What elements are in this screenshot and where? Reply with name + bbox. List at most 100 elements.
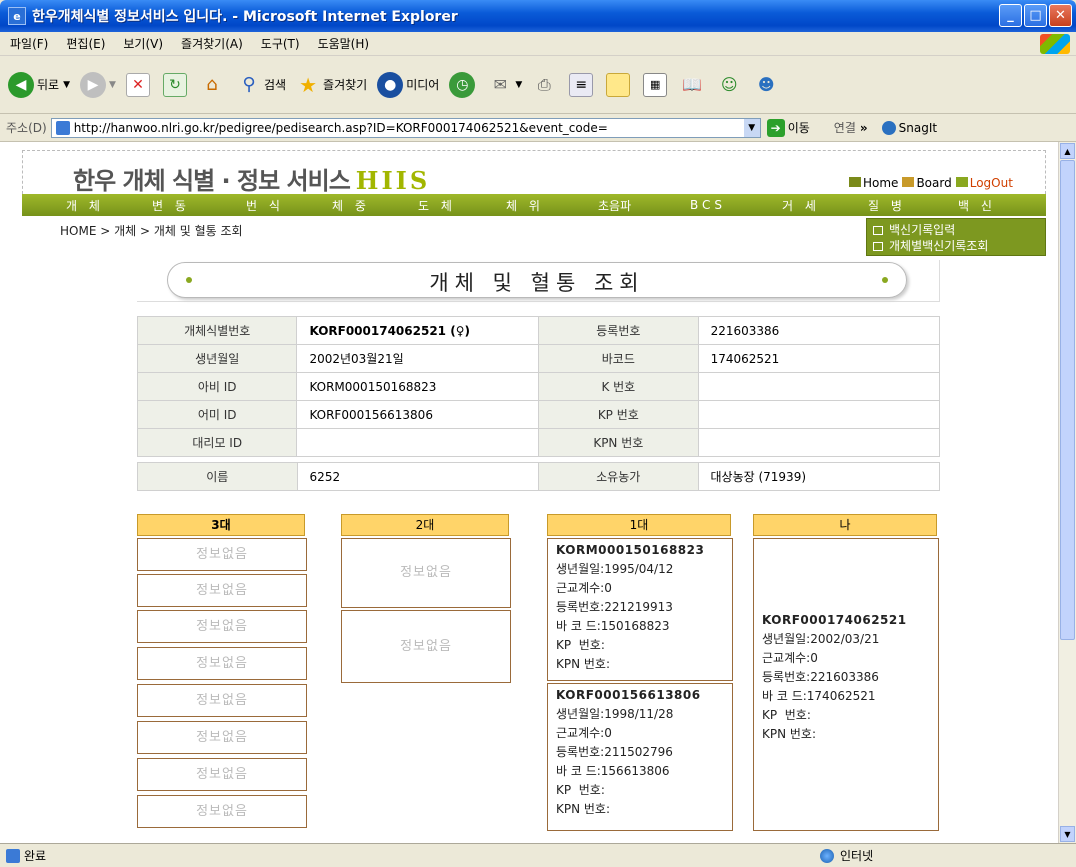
scroll-down-icon[interactable]: ▼ xyxy=(1060,826,1075,842)
menu-help[interactable]: 도움말(H) xyxy=(318,35,370,52)
print-button[interactable]: ⎙ xyxy=(532,73,559,97)
nav-bcs[interactable]: BCS xyxy=(690,198,726,212)
links-label[interactable]: 연결 xyxy=(834,119,856,136)
submenu-bullet-icon xyxy=(873,225,883,235)
nav-change[interactable]: 변 동 xyxy=(152,197,190,214)
gen3-cell: 정보없음 xyxy=(137,795,307,828)
info-value xyxy=(697,400,941,429)
logout-link[interactable]: LogOut xyxy=(955,176,1013,190)
mail-dropdown-icon[interactable]: ▼ xyxy=(515,80,522,90)
info-value[interactable]: KORM000150168823 xyxy=(296,372,540,401)
board-link[interactable]: Board xyxy=(902,176,952,190)
print-icon: ⎙ xyxy=(537,74,551,94)
logout-link-label: LogOut xyxy=(969,176,1013,190)
table-row: 개체식별번호 KORF000174062521 (♀) 등록번호 2216033… xyxy=(136,316,941,345)
gen2-header: 2대 xyxy=(341,514,509,536)
scroll-up-icon[interactable]: ▲ xyxy=(1060,143,1075,159)
address-input[interactable]: http://hanwoo.nlri.go.kr/pedigree/pedise… xyxy=(50,117,761,138)
mother-id[interactable]: KORF000156613806 xyxy=(556,686,724,705)
menu-edit[interactable]: 편집(E) xyxy=(66,35,105,52)
snagit-label: SnagIt xyxy=(898,120,938,135)
window-title-bar[interactable]: e 한우개체식별 정보서비스 입니다. - Microsoft Internet… xyxy=(0,0,1076,32)
favorites-button[interactable]: ★ 즐겨찾기 xyxy=(296,73,367,97)
address-url[interactable]: http://hanwoo.nlri.go.kr/pedigree/pedise… xyxy=(74,121,608,135)
refresh-button[interactable]: ↻ xyxy=(162,72,190,97)
messenger-button[interactable]: ☺ xyxy=(717,73,744,97)
info-value xyxy=(697,372,941,401)
mother-inbreeding: 근교계수:0 xyxy=(556,726,612,740)
info-table: 개체식별번호 KORF000174062521 (♀) 등록번호 2216033… xyxy=(136,316,941,457)
mail-button[interactable]: ✉ ▼ xyxy=(488,73,523,97)
nav-carcass[interactable]: 도 체 xyxy=(418,197,456,214)
nav-ultrasound[interactable]: 초음파 xyxy=(598,197,631,214)
menu-tools[interactable]: 도구(T) xyxy=(261,35,300,52)
info-label: 소유농가 xyxy=(537,462,699,491)
edit-button[interactable]: ≡ xyxy=(569,72,596,97)
gen3-cell: 정보없음 xyxy=(137,610,307,643)
search-label: 검색 xyxy=(263,78,287,92)
nav-individual[interactable]: 개 체 xyxy=(66,197,104,214)
stop-button[interactable]: ✕ xyxy=(125,72,153,97)
media-icon: ● xyxy=(377,71,404,98)
site-header: 한우 개체 식별 · 정보 서비스 HIIS Home Board LogOut xyxy=(22,150,1046,196)
table-row: 생년월일 2002년03월21일 바코드 174062521 xyxy=(136,344,941,373)
nav-body-size[interactable]: 체 위 xyxy=(506,197,544,214)
address-label: 주소(D) xyxy=(6,121,47,135)
address-dropdown-icon[interactable]: ▼ xyxy=(743,118,760,137)
windows-logo-icon xyxy=(1040,34,1070,54)
back-dropdown-icon[interactable]: ▼ xyxy=(63,80,70,90)
father-card[interactable]: KORM000150168823 생년월일:1995/04/12 근교계수:0 … xyxy=(547,538,733,681)
nav-disease[interactable]: 질 병 xyxy=(868,197,906,214)
favorites-label: 즐겨찾기 xyxy=(323,78,368,92)
calc-button[interactable]: ▦ xyxy=(643,72,670,97)
menu-view[interactable]: 보기(V) xyxy=(123,35,163,52)
nav-castration[interactable]: 거 세 xyxy=(782,197,820,214)
page-icon xyxy=(55,120,70,135)
page-title-box: 개체 및 혈통 조회 xyxy=(167,262,907,298)
forward-dropdown-icon[interactable]: ▼ xyxy=(109,80,116,90)
home-button[interactable]: ⌂ xyxy=(200,73,227,97)
snagit-button[interactable]: SnagIt xyxy=(881,120,938,135)
submenu-vaccine-input-label: 백신기록입력 xyxy=(889,223,956,237)
menu-file[interactable]: 파일(F) xyxy=(10,35,48,52)
media-button[interactable]: ● 미디어 xyxy=(377,71,439,98)
status-bar: 완료 인터넷 xyxy=(0,843,1076,867)
mother-card[interactable]: KORF000156613806 생년월일:1998/11/28 근교계수:0 … xyxy=(547,683,733,831)
address-bar: 주소(D) http://hanwoo.nlri.go.kr/pedigree/… xyxy=(0,114,1076,142)
nav-weight[interactable]: 체 중 xyxy=(332,197,370,214)
back-button[interactable]: ◀ 뒤로 ▼ xyxy=(8,71,70,98)
info-label: 아비 ID xyxy=(136,372,298,401)
back-arrow-icon: ◀ xyxy=(8,71,34,98)
menu-favorites[interactable]: 즐겨찾기(A) xyxy=(181,35,243,52)
info-value: 2002년03월21일 xyxy=(296,344,540,373)
gen1-header: 1대 xyxy=(547,514,731,536)
nav-breeding[interactable]: 번 식 xyxy=(246,197,284,214)
vertical-scrollbar[interactable]: ▲ ▼ xyxy=(1058,142,1076,843)
info-label: KPN 번호 xyxy=(538,428,699,457)
discuss-button[interactable] xyxy=(606,72,633,97)
minimize-button[interactable]: _ xyxy=(999,4,1022,27)
info-label: KP 번호 xyxy=(538,400,699,429)
nav-vaccine[interactable]: 백 신 xyxy=(958,197,996,214)
info-value: 174062521 xyxy=(697,344,941,373)
info-label: 이름 xyxy=(137,462,298,491)
forward-button[interactable]: ▶ ▼ xyxy=(80,71,116,98)
history-button[interactable]: ◷ xyxy=(449,71,478,98)
submenu-vaccine-input[interactable]: 백신기록입력 xyxy=(873,222,1039,238)
site-logo[interactable]: 한우 개체 식별 · 정보 서비스 HIIS xyxy=(73,161,430,196)
search-button[interactable]: ⚲ 검색 xyxy=(237,73,286,97)
go-label: 이동 xyxy=(787,121,810,135)
father-id[interactable]: KORM000150168823 xyxy=(556,541,724,560)
info-value[interactable]: KORF000156613806 xyxy=(296,400,540,429)
close-button[interactable]: ✕ xyxy=(1049,4,1072,27)
links-chevron-icon[interactable]: » xyxy=(860,121,868,135)
research-icon: 📖 xyxy=(682,75,703,94)
contacts-button[interactable]: ☻ xyxy=(754,73,781,97)
scroll-thumb[interactable] xyxy=(1060,160,1075,640)
go-button[interactable]: ➔ 이동 xyxy=(766,118,810,137)
maximize-button[interactable]: □ xyxy=(1024,4,1047,27)
home-link[interactable]: Home xyxy=(849,176,898,190)
submenu-vaccine-search[interactable]: 개체별백신기록조회 xyxy=(873,238,1039,254)
info-value xyxy=(296,428,540,457)
research-button[interactable]: 📖 xyxy=(680,73,707,97)
